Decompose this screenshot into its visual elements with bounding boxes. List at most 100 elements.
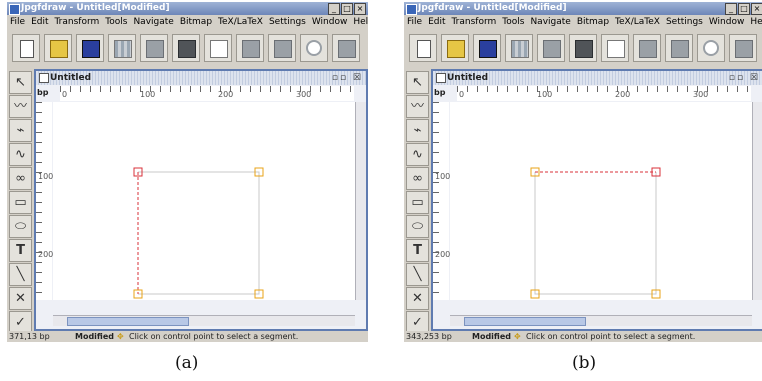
- grid-settings-icon: [543, 40, 561, 58]
- open-line-tool-button[interactable]: 〰: [9, 95, 32, 118]
- curve-tool-button[interactable]: ∿: [406, 143, 429, 166]
- close-button[interactable]: ×: [751, 3, 762, 15]
- document-title: Untitled: [50, 73, 92, 83]
- vertical-scrollbar[interactable]: [752, 102, 762, 300]
- horizontal-scrollbar[interactable]: [450, 315, 752, 326]
- select-tool-button[interactable]: ↖: [406, 71, 429, 94]
- ruler-label: 200: [435, 250, 451, 259]
- menu-tex-latex[interactable]: TeX/LaTeX: [615, 15, 660, 29]
- drawing-svg: [530, 167, 661, 299]
- closed-line-icon: ⌁: [16, 123, 25, 138]
- closed-line-tool-button[interactable]: ⌁: [406, 119, 429, 142]
- closed-line-tool-button[interactable]: ⌁: [9, 119, 32, 142]
- menu-file[interactable]: File: [407, 15, 422, 29]
- gray-button-2[interactable]: [268, 34, 296, 62]
- menu-navigate[interactable]: Navigate: [133, 15, 173, 29]
- grid-button[interactable]: [505, 34, 533, 62]
- document-window-buttons[interactable]: ▫▫ ☒: [332, 72, 363, 84]
- maximize-button[interactable]: □: [341, 3, 353, 15]
- menu-help[interactable]: Help: [750, 15, 762, 29]
- menu-settings[interactable]: Settings: [666, 15, 703, 29]
- rectangle-tool-button[interactable]: ▭: [406, 191, 429, 214]
- menu-transform[interactable]: Transform: [55, 15, 100, 29]
- grid-tool-button[interactable]: ╲: [406, 263, 429, 286]
- menu-help[interactable]: Help: [353, 15, 368, 29]
- closed-curve-tool-button[interactable]: ∞: [406, 167, 429, 190]
- drawing-canvas[interactable]: [450, 102, 753, 300]
- ellipse-tool-button[interactable]: ⬭: [406, 215, 429, 238]
- closed-curve-icon: ∞: [15, 171, 26, 186]
- grid-settings-button[interactable]: [140, 34, 168, 62]
- menu-settings[interactable]: Settings: [269, 15, 306, 29]
- gray-button-1[interactable]: [633, 34, 661, 62]
- gray-button-3[interactable]: [332, 34, 360, 62]
- menu-transform[interactable]: Transform: [452, 15, 497, 29]
- new-icon: [20, 40, 34, 58]
- menu-tools[interactable]: Tools: [105, 15, 127, 29]
- check-button[interactable]: [601, 34, 629, 62]
- drawing-canvas[interactable]: [53, 102, 356, 300]
- cross-icon: ✕: [15, 291, 26, 306]
- menu-window[interactable]: Window: [312, 15, 348, 29]
- save-button[interactable]: [473, 34, 501, 62]
- screenshot-panel-a: Jpgfdraw - Untitled[Modified] _ □ × File…: [7, 2, 368, 342]
- horizontal-scrollbar[interactable]: [53, 315, 355, 326]
- undo-button[interactable]: [300, 34, 328, 62]
- new-icon: [417, 40, 431, 58]
- scroll-thumb[interactable]: [67, 317, 189, 326]
- open-line-tool-button[interactable]: 〰: [406, 95, 429, 118]
- cross-tool-button[interactable]: ✕: [406, 287, 429, 310]
- grid-button[interactable]: [108, 34, 136, 62]
- status-bar: 371,13 bp Modified ✥ Click on control po…: [7, 331, 368, 342]
- ellipse-tool-button[interactable]: ⬭: [9, 215, 32, 238]
- scroll-thumb[interactable]: [464, 317, 586, 326]
- gray-button-1[interactable]: [236, 34, 264, 62]
- text-tool-button[interactable]: T: [406, 239, 429, 262]
- ruler-label: 300: [296, 90, 312, 99]
- menu-bitmap[interactable]: Bitmap: [180, 15, 212, 29]
- menu-bitmap[interactable]: Bitmap: [577, 15, 609, 29]
- menu-file[interactable]: File: [10, 15, 25, 29]
- document-window: Untitled ▫▫ ☒ bp 0 100 200 300 100 200: [431, 69, 762, 331]
- open-icon: [50, 40, 68, 58]
- grid-tool-button[interactable]: ╲: [9, 263, 32, 286]
- cross-tool-button[interactable]: ✕: [9, 287, 32, 310]
- gray-button-2[interactable]: [665, 34, 693, 62]
- vertical-scrollbar[interactable]: [355, 102, 366, 300]
- closed-curve-tool-button[interactable]: ∞: [9, 167, 32, 190]
- menu-window[interactable]: Window: [709, 15, 745, 29]
- gray-button-3[interactable]: [729, 34, 757, 62]
- menu-tex-latex[interactable]: TeX/LaTeX: [218, 15, 263, 29]
- close-button[interactable]: ×: [354, 3, 366, 15]
- menu-edit[interactable]: Edit: [428, 15, 445, 29]
- gray-box-icon: [671, 40, 689, 58]
- maximize-button[interactable]: □: [738, 3, 750, 15]
- grid-settings-button[interactable]: [537, 34, 565, 62]
- curve-tool-button[interactable]: ∿: [9, 143, 32, 166]
- ellipse-icon: ⬭: [14, 219, 27, 234]
- save-button[interactable]: [76, 34, 104, 62]
- dark-grid-button[interactable]: [569, 34, 597, 62]
- gray-box-icon: [735, 40, 753, 58]
- closed-line-icon: ⌁: [413, 123, 422, 138]
- minimize-button[interactable]: _: [725, 3, 737, 15]
- new-button[interactable]: [409, 34, 437, 62]
- new-button[interactable]: [12, 34, 40, 62]
- status-hint-icon: ✥: [514, 332, 521, 341]
- open-button[interactable]: [44, 34, 72, 62]
- dark-grid-button[interactable]: [172, 34, 200, 62]
- rectangle-tool-button[interactable]: ▭: [9, 191, 32, 214]
- menu-edit[interactable]: Edit: [31, 15, 48, 29]
- vertical-ruler: 100 200: [433, 102, 451, 300]
- menu-navigate[interactable]: Navigate: [530, 15, 570, 29]
- text-tool-button[interactable]: T: [9, 239, 32, 262]
- text-icon: T: [413, 243, 422, 258]
- undo-button[interactable]: [697, 34, 725, 62]
- open-button[interactable]: [441, 34, 469, 62]
- document-window-buttons[interactable]: ▫▫ ☒: [729, 72, 760, 84]
- check-button[interactable]: [204, 34, 232, 62]
- menu-tools[interactable]: Tools: [502, 15, 524, 29]
- minimize-button[interactable]: _: [328, 3, 340, 15]
- toolbar: [7, 29, 368, 69]
- select-tool-button[interactable]: ↖: [9, 71, 32, 94]
